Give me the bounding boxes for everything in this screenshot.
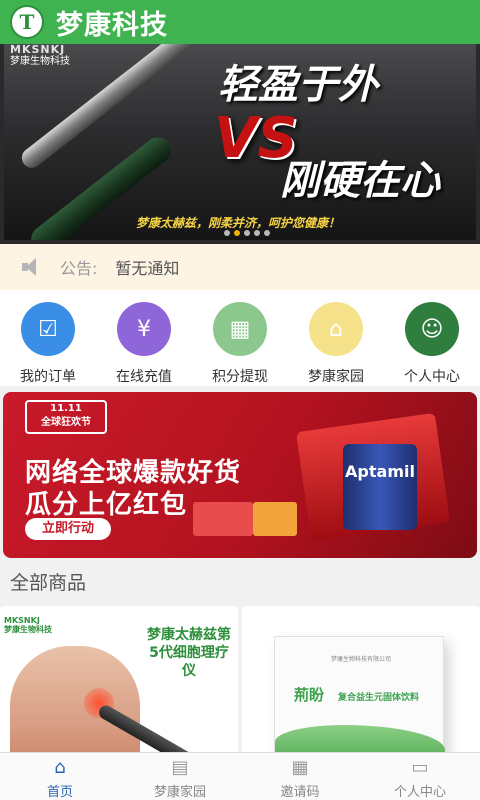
menu-item-label: 我的订单: [20, 369, 76, 385]
product-brand: 荊盼: [294, 686, 325, 704]
product-card[interactable]: MKSNKJ 梦康生物科技 梦康太赫兹第5代细胞理疗仪: [0, 606, 238, 752]
menu-item-label: 在线充值: [116, 369, 172, 385]
double-eleven-badge: 11.11 全球狂欢节: [25, 400, 107, 434]
promo-subheadline: 瓜分上亿红包: [25, 490, 188, 520]
gift-box-image: [193, 502, 253, 536]
carousel-indicator[interactable]: [224, 230, 270, 236]
product-box-wave: [275, 725, 445, 752]
promo-action-button[interactable]: 立即行动: [25, 518, 111, 540]
banner-brand: MKSNKJ 梦康生物科技: [10, 44, 70, 68]
product-image-back: [10, 646, 140, 752]
carousel-dot[interactable]: [264, 230, 270, 236]
tab-label: 梦康家园: [153, 785, 206, 800]
app-header: T 梦康科技: [0, 0, 480, 44]
carousel-dot[interactable]: [234, 230, 240, 236]
quick-menu: ☑ 我的订单 ¥ 在线充值 ▦ 积分提现 ⌂ 梦康家园 ☺ 个人中心: [0, 290, 480, 386]
badge-line1: 11.11: [50, 403, 82, 414]
gift-box-image: [253, 502, 297, 536]
banner-carousel[interactable]: MKSNKJ 梦康生物科技 轻盈于外 VS 刚硬在心 梦康太赫兹，刚柔并济，呵护…: [0, 44, 480, 244]
product-brand-cn: 梦康生物科技: [4, 625, 52, 634]
qrcode-icon: ▦: [291, 757, 309, 778]
notice-bar: 公告: 暂无通知: [0, 244, 480, 290]
points-icon[interactable]: ▦: [213, 302, 267, 356]
id-card-icon: ▭: [411, 757, 429, 778]
product-brand-en: MKSNKJ: [4, 616, 40, 625]
banner-slogan-top: 轻盈于外: [218, 62, 378, 108]
product-card[interactable]: 梦康生物科技有限公司 荊盼 复合益生元固体饮料: [242, 606, 480, 752]
product-title: 梦康太赫兹第5代细胞理疗仪: [147, 627, 231, 679]
notice-label: 公告:: [60, 259, 98, 278]
promo-banner[interactable]: 11.11 全球狂欢节 网络全球爆款好货 瓜分上亿红包 立即行动 Aptamil: [3, 392, 477, 558]
tab-1[interactable]: ▤ 梦康家园: [120, 753, 240, 800]
user-icon[interactable]: ☺: [405, 302, 459, 356]
product-name: 复合益生元固体饮料: [338, 693, 420, 703]
menu-item[interactable]: ▦ 积分提现: [192, 290, 288, 386]
product-brand-tag: MKSNKJ 梦康生物科技: [4, 616, 52, 634]
tab-label: 个人中心: [393, 785, 446, 800]
tab-2[interactable]: ▦ 邀请码: [240, 753, 360, 800]
home-icon[interactable]: ⌂: [309, 302, 363, 356]
app-logo-icon[interactable]: T: [10, 5, 44, 39]
notice-text: 暂无通知: [115, 259, 180, 278]
banner-brand-en: MKSNKJ: [10, 44, 66, 56]
milk-can-image: Aptamil: [343, 444, 417, 530]
clipboard-icon[interactable]: ☑: [21, 302, 75, 356]
product-grid: MKSNKJ 梦康生物科技 梦康太赫兹第5代细胞理疗仪 梦康生物科技有限公司 荊…: [0, 606, 480, 752]
carousel-dot[interactable]: [224, 230, 230, 236]
tab-3[interactable]: ▭ 个人中心: [360, 753, 480, 800]
banner-slide[interactable]: MKSNKJ 梦康生物科技 轻盈于外 VS 刚硬在心 梦康太赫兹，刚柔并济，呵护…: [4, 44, 476, 240]
home-icon: ⌂: [54, 757, 66, 778]
bottom-tab-bar: ⌂ 首页 ▤ 梦康家园 ▦ 邀请码 ▭ 个人中心: [0, 752, 480, 800]
banner-brand-cn: 梦康生物科技: [10, 56, 70, 67]
menu-item[interactable]: ⌂ 梦康家园: [288, 290, 384, 386]
speaker-icon: [22, 258, 44, 276]
banner-slogan-bottom: 刚硬在心: [280, 158, 440, 204]
badge-line2: 全球狂欢节: [41, 417, 91, 428]
product-company: 梦康生物科技有限公司: [330, 656, 391, 663]
building-icon: ▤: [171, 757, 189, 778]
carousel-dot[interactable]: [254, 230, 260, 236]
menu-item-label: 积分提现: [212, 369, 268, 385]
app-title: 梦康科技: [56, 9, 168, 41]
tab-label: 邀请码: [280, 785, 320, 800]
banner-subtitle: 梦康太赫兹，刚柔并济，呵护您健康！: [136, 216, 341, 230]
menu-item[interactable]: ¥ 在线充值: [96, 290, 192, 386]
carousel-dot[interactable]: [244, 230, 250, 236]
tab-label: 首页: [46, 785, 73, 800]
recharge-icon[interactable]: ¥: [117, 302, 171, 356]
menu-item-label: 个人中心: [404, 369, 460, 385]
section-title: 全部商品: [0, 560, 480, 606]
menu-item-label: 梦康家园: [308, 369, 364, 385]
menu-item[interactable]: ☺ 个人中心: [384, 290, 480, 386]
tab-0[interactable]: ⌂ 首页: [0, 753, 120, 800]
menu-item[interactable]: ☑ 我的订单: [0, 290, 96, 386]
